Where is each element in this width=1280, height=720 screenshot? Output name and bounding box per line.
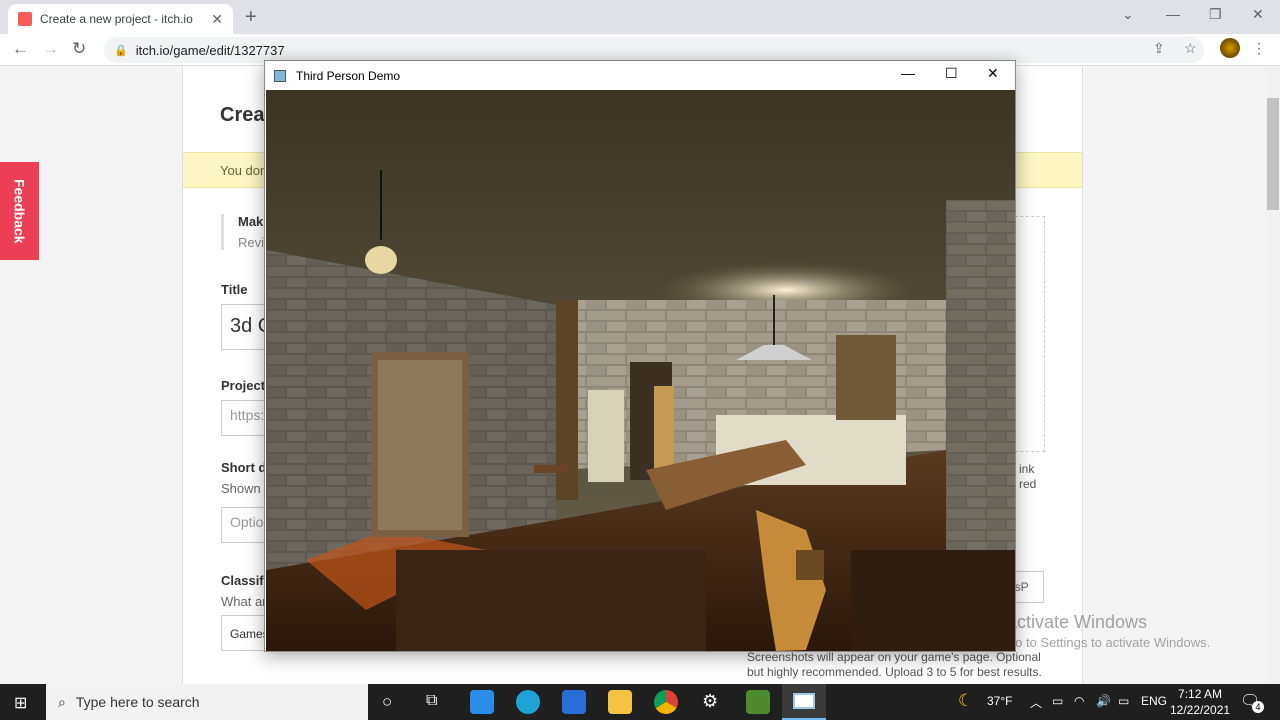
store-icon[interactable] [470, 690, 494, 714]
search-placeholder: Type here to search [75, 694, 200, 710]
language-indicator[interactable]: ENG [1141, 694, 1167, 708]
close-window-icon[interactable]: ✕ [1252, 6, 1264, 23]
search-icon: ⌕ [58, 693, 66, 710]
activate-windows-watermark: Activate Windows Go to Settings to activ… [1005, 612, 1210, 650]
note-text: Revi [238, 235, 265, 250]
game-minimize-icon[interactable]: — [901, 65, 915, 81]
share-icon[interactable]: ⇪ [1153, 40, 1165, 57]
watermark-line2: Go to Settings to activate Windows. [1005, 635, 1211, 650]
back-icon[interactable]: ← [12, 39, 29, 59]
itch-favicon-icon [18, 12, 32, 26]
task-view-icon[interactable]: ⧉ [426, 692, 437, 710]
profile-avatar[interactable] [1220, 38, 1240, 58]
game-window[interactable]: Third Person Demo — ☐ ✕ [264, 60, 1016, 652]
reload-icon[interactable]: ↻ [72, 39, 86, 59]
classification-hint: What ar [221, 594, 267, 609]
volume-icon[interactable]: 🔊 [1096, 694, 1111, 708]
title-label: Title [221, 282, 248, 297]
app-icon [274, 69, 286, 82]
mail-icon[interactable] [562, 690, 586, 714]
clock[interactable]: 7:12 AM 12/22/2021 [1170, 686, 1230, 718]
weather-moon-icon[interactable]: ☾ [958, 691, 973, 711]
game-close-icon[interactable]: ✕ [987, 65, 999, 82]
menu-icon[interactable]: ⋮ [1252, 40, 1266, 57]
forward-icon[interactable]: → [42, 39, 59, 59]
tray-overflow-icon[interactable]: ︿ [1030, 694, 1042, 711]
minimize-icon[interactable]: — [1166, 6, 1180, 22]
clock-date: 12/22/2021 [1170, 703, 1231, 717]
right-text-2: red [1019, 477, 1037, 491]
wifi-icon[interactable]: ◠ [1074, 694, 1084, 708]
lock-icon: 🔒 [114, 44, 128, 57]
tab-itch[interactable]: Create a new project - itch.io ✕ [8, 4, 233, 34]
close-tab-icon[interactable]: ✕ [211, 11, 223, 28]
windows-taskbar: ⊞ ⌕ Type here to search ○ ⧉ ⚙ ☾ 37°F ︿ ▭… [0, 684, 1280, 720]
new-tab-icon[interactable]: + [245, 6, 257, 29]
info-note: Mak Revi [221, 214, 264, 250]
battery-icon[interactable]: ▭ [1118, 694, 1129, 708]
right-text-1: ink [1019, 462, 1035, 476]
bookmark-star-icon[interactable]: ☆ [1184, 40, 1197, 57]
temperature[interactable]: 37°F [987, 694, 1012, 708]
notification-count: 4 [1252, 701, 1264, 713]
edge-icon[interactable] [516, 690, 540, 714]
clock-time: 7:12 AM [1178, 687, 1223, 701]
tab-search-icon[interactable]: ⌄ [1122, 6, 1134, 23]
tab-title: Create a new project - itch.io [40, 12, 193, 26]
meet-now-icon[interactable]: ▭ [1052, 694, 1063, 708]
game-scene [266, 90, 1015, 651]
taskbar-search[interactable]: ⌕ Type here to search [46, 684, 368, 720]
chrome-icon[interactable] [654, 690, 678, 714]
project-url-label: Project [221, 378, 266, 393]
game-window-titlebar[interactable]: Third Person Demo — ☐ ✕ [265, 61, 1015, 90]
game-maximize-icon[interactable]: ☐ [945, 65, 958, 82]
restore-icon[interactable]: ❐ [1209, 6, 1222, 23]
game-viewport[interactable] [266, 90, 1015, 651]
screenshots-note: Screenshots will appear on your game's p… [747, 650, 1042, 679]
file-explorer-icon[interactable] [608, 690, 632, 714]
feedback-button[interactable]: Feedback [0, 162, 39, 260]
url-text: itch.io/game/edit/1327737 [135, 42, 285, 58]
cortana-icon[interactable]: ○ [382, 692, 392, 712]
watermark-line1: Activate Windows [1005, 612, 1148, 632]
tab-strip: Create a new project - itch.io ✕ + ⌄ — ❐… [0, 0, 1280, 34]
game-window-title: Third Person Demo [296, 68, 401, 83]
windows-start-icon[interactable]: ⊞ [14, 693, 27, 713]
settings-gear-icon[interactable]: ⚙ [702, 691, 718, 712]
scroll-thumb[interactable] [1267, 98, 1279, 210]
active-game-task[interactable] [782, 684, 826, 720]
minecraft-icon[interactable] [746, 690, 770, 714]
cover-upload-area[interactable] [1015, 216, 1045, 452]
note-heading: Mak [238, 214, 264, 229]
